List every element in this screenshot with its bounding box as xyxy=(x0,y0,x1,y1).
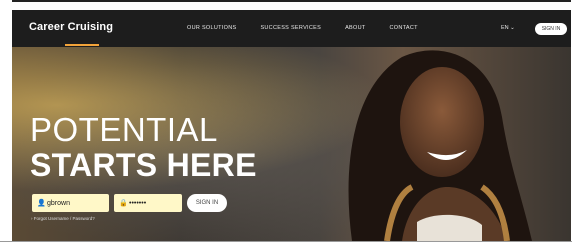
hero-banner: POTENTIAL STARTS HERE 👤 gbrown 🔒 •••••••… xyxy=(12,47,571,241)
username-value: gbrown xyxy=(47,199,70,207)
hero-photo xyxy=(348,50,532,241)
nav-link-our-solutions[interactable]: OUR SOLUTIONS xyxy=(187,25,236,31)
top-navigation: Career Cruising OUR SOLUTIONS SUCCESS SE… xyxy=(12,10,571,47)
nav-link-contact[interactable]: CONTACT xyxy=(390,25,418,31)
top-border xyxy=(12,0,571,2)
language-label: EN xyxy=(501,25,509,31)
header-signin-button[interactable]: SIGN IN xyxy=(535,23,567,35)
brand-logo[interactable]: Career Cruising xyxy=(29,21,113,33)
nav-link-success-services[interactable]: SUCCESS SERVICES xyxy=(260,25,321,31)
website-frame: Career Cruising OUR SOLUTIONS SUCCESS SE… xyxy=(12,10,571,241)
forgot-credentials-link[interactable]: › Forgot Username / Password? xyxy=(31,216,95,221)
user-icon: 👤 xyxy=(37,200,46,207)
chevron-right-icon: › xyxy=(31,216,33,221)
chevron-down-icon: ⌄ xyxy=(510,25,515,31)
nav-links: OUR SOLUTIONS SUCCESS SERVICES ABOUT CON… xyxy=(187,25,418,31)
password-field[interactable]: 🔒 ••••••• xyxy=(114,194,182,212)
hero-headline-line1: POTENTIAL xyxy=(30,111,218,148)
lock-icon: 🔒 xyxy=(119,200,128,207)
logo-accent-bar xyxy=(65,44,99,46)
language-selector[interactable]: EN ⌄ xyxy=(501,25,515,31)
hero-headline-line2: STARTS HERE xyxy=(30,147,257,183)
username-field[interactable]: 👤 gbrown xyxy=(32,194,109,212)
nav-link-about[interactable]: ABOUT xyxy=(345,25,365,31)
signin-button[interactable]: SIGN IN xyxy=(187,194,227,212)
password-value: ••••••• xyxy=(129,199,147,207)
forgot-label: Forgot Username / Password? xyxy=(33,216,95,221)
